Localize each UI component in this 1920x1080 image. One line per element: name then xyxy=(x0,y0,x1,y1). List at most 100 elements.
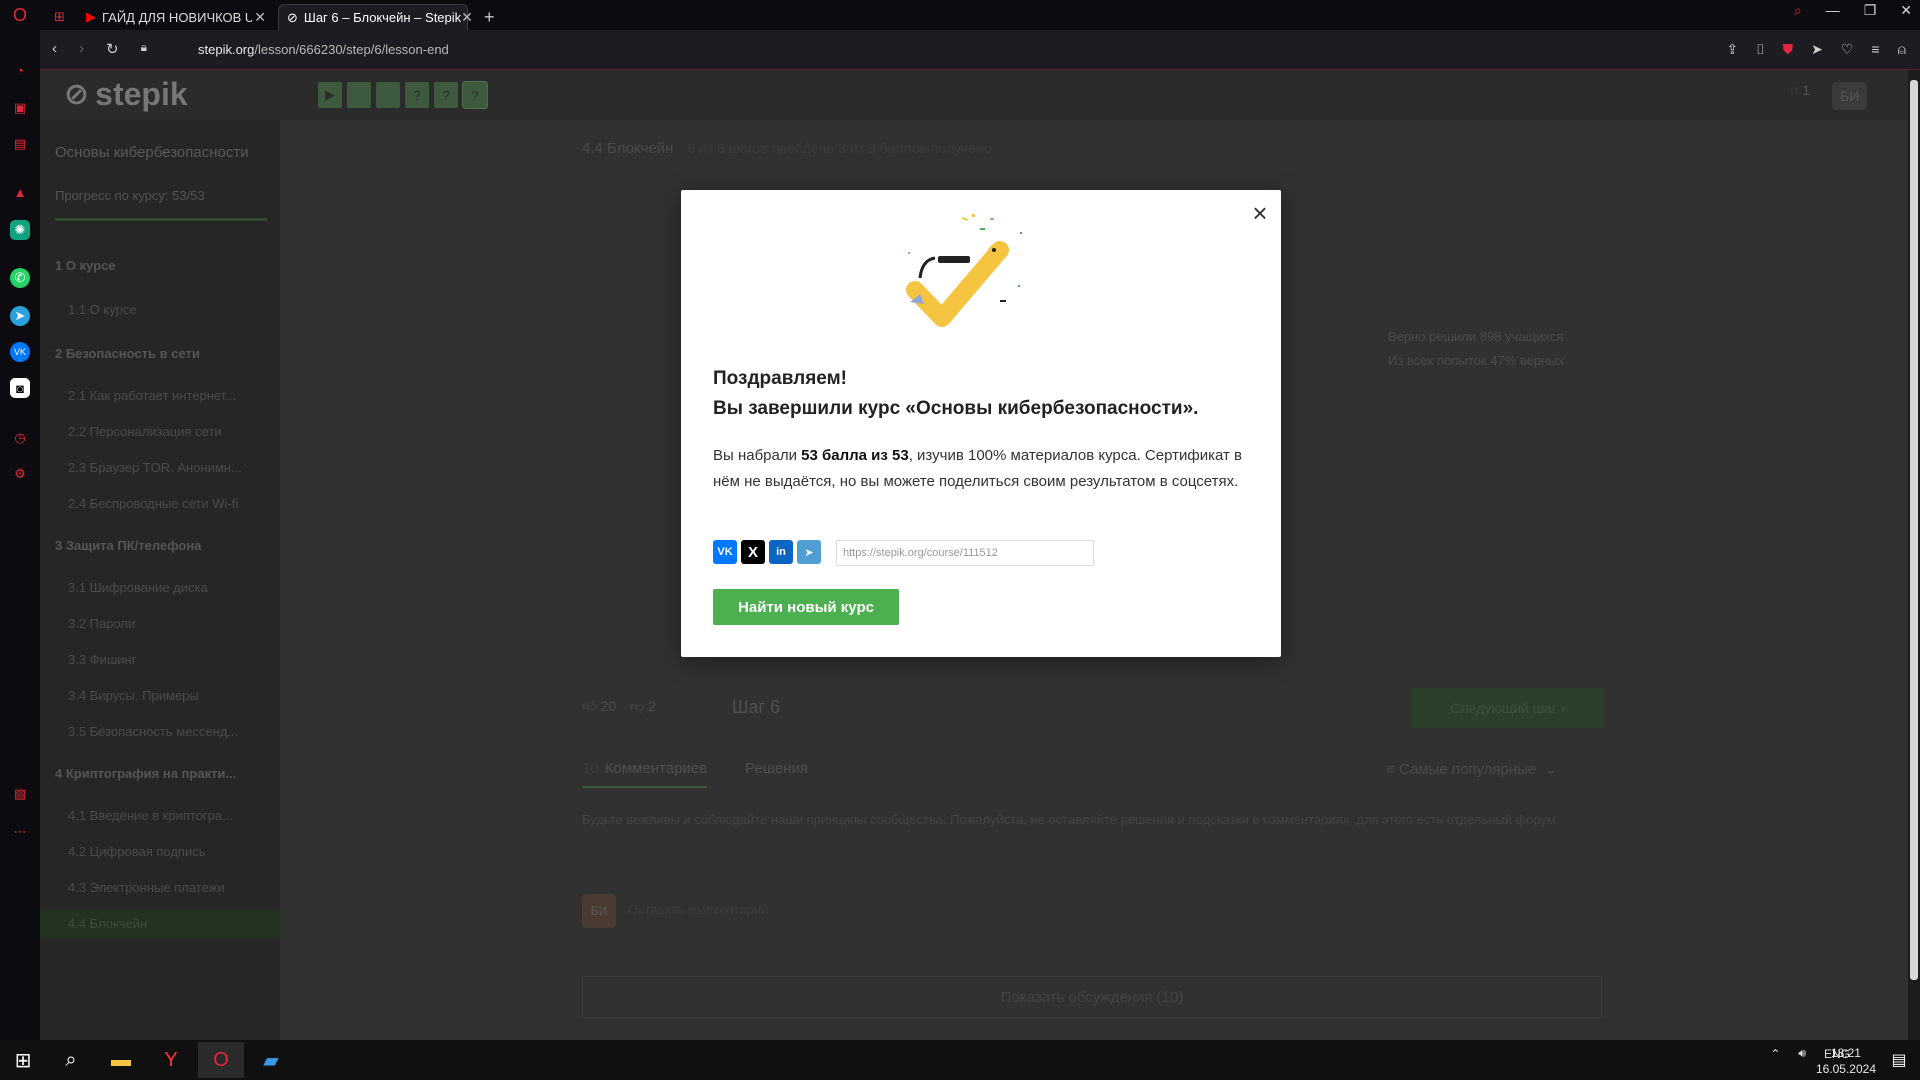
url-host: stepik.org xyxy=(198,42,255,57)
course-section[interactable]: 4 Криптография на практи... xyxy=(40,760,280,788)
telegram-share-icon[interactable]: ➤ xyxy=(797,540,821,564)
restore-icon[interactable]: ❐ xyxy=(1864,2,1877,19)
course-section[interactable]: 3 Защита ПК/телефона xyxy=(40,532,280,560)
sort-dropdown[interactable]: ≡ Самые популярные ⌄ xyxy=(1386,760,1557,778)
linkedin-share-icon[interactable]: in xyxy=(769,540,793,564)
lesson-item[interactable]: 3.5 Безопасность мессенд... xyxy=(40,718,280,746)
yandex-browser-icon[interactable]: Y xyxy=(148,1042,194,1078)
step-quiz-icon[interactable]: ? xyxy=(434,82,458,108)
like-button[interactable]: 👍︎ 20 xyxy=(582,698,616,715)
share-icon[interactable]: ⇪ xyxy=(1726,41,1738,58)
close-window-icon[interactable]: ✕ xyxy=(1900,2,1912,19)
step-text-icon[interactable] xyxy=(347,82,371,108)
tab-solutions[interactable]: Решения xyxy=(745,760,808,788)
heart-icon[interactable]: ♡ xyxy=(1841,41,1854,58)
search-tabs-icon[interactable]: ⌕ xyxy=(1794,2,1802,19)
close-icon[interactable]: × xyxy=(1248,200,1272,226)
file-explorer-icon[interactable]: ▬ xyxy=(98,1042,144,1078)
lesson-progress: 6 из 6 шагов пройдено 3 из 3 баллов полу… xyxy=(687,140,992,156)
back-icon[interactable]: ‹ xyxy=(52,40,57,58)
speed-dial-icon[interactable]: ◔ xyxy=(10,60,30,80)
close-tab-icon[interactable]: ✕ xyxy=(461,9,473,26)
tray-chevron-up-icon[interactable]: ⌃ xyxy=(1770,1047,1780,1061)
opera-taskbar-icon[interactable]: O xyxy=(198,1042,244,1078)
profile-icon[interactable]: ⍝ xyxy=(1898,41,1906,58)
gallery-icon[interactable]: ▧ xyxy=(10,784,30,804)
stepik-logo-icon: ⊘ xyxy=(64,78,90,111)
opera-menu-icon[interactable]: O xyxy=(6,4,34,26)
menu-icon[interactable]: ≡ xyxy=(1871,41,1879,58)
lesson-item[interactable]: 3.2 Пароли xyxy=(40,610,280,638)
lesson-item[interactable]: 4.1 Введение в криптогра... xyxy=(40,802,280,830)
x-share-icon[interactable]: X xyxy=(741,540,765,564)
lesson-item[interactable]: 4.2 Цифровая подпись xyxy=(40,838,280,866)
camera-icon[interactable]: ⌷ xyxy=(1756,41,1764,58)
header-avatar[interactable]: БИ xyxy=(1832,82,1868,110)
lesson-item[interactable]: 2.1 Как работает интернет... xyxy=(40,382,280,410)
aria-icon[interactable]: ▲ xyxy=(10,182,30,202)
notifications-badge[interactable]: ◌ 1 xyxy=(1790,82,1810,110)
forward-icon[interactable]: › xyxy=(79,40,84,58)
shopping-icon[interactable]: ▣ xyxy=(10,98,30,118)
close-tab-icon[interactable]: ✕ xyxy=(254,9,266,26)
lesson-item[interactable]: 4.3 Электронные платежи xyxy=(40,874,280,902)
more-icon[interactable]: ⋯ xyxy=(10,822,30,842)
lesson-item[interactable]: 4.4 Блокчейн xyxy=(40,910,280,938)
address-bar: ‹ › ↻ 🔒︎ stepik.org/lesson/666230/step/6… xyxy=(40,30,1920,70)
new-tab-button[interactable]: + xyxy=(476,4,500,30)
whatsapp-icon[interactable]: ✆ xyxy=(10,268,30,288)
minimize-icon[interactable]: — xyxy=(1826,2,1840,19)
course-section[interactable]: 2 Безопасность в сети xyxy=(40,340,280,368)
lesson-item[interactable]: 2.3 Браузер TOR. Анонимн... xyxy=(40,454,280,482)
course-title[interactable]: Основы кибербезопасности xyxy=(55,142,255,164)
send-icon[interactable]: ➤ xyxy=(1811,41,1823,58)
news-icon[interactable]: ▤ xyxy=(10,134,30,154)
chatgpt-icon[interactable]: ✺ xyxy=(10,220,30,240)
step-quiz-icon[interactable]: ? xyxy=(462,81,488,109)
vk-icon[interactable]: VK xyxy=(10,342,30,362)
show-discussion-button[interactable]: Показать обсуждения (10) xyxy=(582,976,1602,1018)
find-new-course-button[interactable]: Найти новый курс xyxy=(713,589,899,625)
stepik-logo[interactable]: ⊘ stepik xyxy=(64,76,188,113)
tab-stepik[interactable]: ⊘ Шаг 6 – Блокчейн – Stepik ✕ xyxy=(278,4,473,30)
discord-icon[interactable]: ◙ xyxy=(10,378,30,398)
comment-input[interactable]: Оставить комментарий xyxy=(628,902,768,917)
stepik-logo-text: stepik xyxy=(95,76,188,112)
clock[interactable]: 18:21 16.05.2024 xyxy=(1816,1045,1876,1077)
vk-share-icon[interactable]: VK xyxy=(713,540,737,564)
lesson-item[interactable]: 3.4 Вирусы. Примеры xyxy=(40,682,280,710)
next-step-button[interactable]: Следующий шаг › xyxy=(1412,688,1604,728)
url-field[interactable]: stepik.org/lesson/666230/step/6/lesson-e… xyxy=(198,42,449,57)
lesson-item[interactable]: 2.2 Персонализация сети xyxy=(40,418,280,446)
lesson-item[interactable]: 3.1 Шифрование диска xyxy=(40,574,280,602)
step-video-icon[interactable]: ▶ xyxy=(318,82,342,108)
modal-heading: Поздравляем! Вы завершили курс «Основы к… xyxy=(713,364,1198,424)
lesson-item[interactable]: 1.1 О курсе xyxy=(40,296,280,324)
step-text-icon[interactable] xyxy=(376,82,400,108)
lesson-item[interactable]: 3.3 Фишинг xyxy=(40,646,280,674)
step-quiz-icon[interactable]: ? xyxy=(405,82,429,108)
lesson-item[interactable]: 2.4 Беспроводные сети Wi-fi xyxy=(40,490,280,518)
windows-start-icon[interactable]: ⊞ xyxy=(0,1042,46,1078)
tab-title: Шаг 6 – Блокчейн – Stepik xyxy=(303,10,462,25)
reload-icon[interactable]: ↻ xyxy=(106,40,119,58)
settings-icon[interactable]: ⚙ xyxy=(10,464,30,484)
dislike-button[interactable]: 👎︎ 2 xyxy=(630,698,656,715)
step-stats: Верно решили 898 учащихся Из всех попыто… xyxy=(1388,325,1564,373)
adblock-icon[interactable]: ⛊ xyxy=(1783,41,1794,58)
course-section[interactable]: 1 О курсе xyxy=(40,252,280,280)
breadcrumb: 4.4 Блокчейн 6 из 6 шагов пройдено 3 из 3… xyxy=(582,140,992,157)
tab-gamepad[interactable]: ⊞ xyxy=(46,4,76,30)
tab-comments[interactable]: 10 Комментариев xyxy=(582,760,708,788)
share-url-field[interactable]: https://stepik.org/course/111512 xyxy=(836,540,1094,566)
tab-youtube[interactable]: ▶ ГАЙД ДЛЯ НОВИЧКОВ UF ✕ xyxy=(78,4,274,30)
notifications-icon[interactable]: ▤ xyxy=(1876,1042,1920,1078)
app-taskbar-icon[interactable]: ▰ xyxy=(248,1042,294,1078)
volume-icon[interactable]: 🔊︎ xyxy=(1798,1046,1806,1061)
telegram-icon[interactable]: ➤ xyxy=(10,306,30,326)
history-icon[interactable]: ◷ xyxy=(10,428,30,448)
scrollbar-thumb[interactable] xyxy=(1910,80,1918,980)
search-icon[interactable]: ⌕ xyxy=(48,1042,94,1078)
clock-time: 18:21 xyxy=(1830,1046,1861,1060)
share-buttons: VK X in ➤ xyxy=(713,540,821,564)
